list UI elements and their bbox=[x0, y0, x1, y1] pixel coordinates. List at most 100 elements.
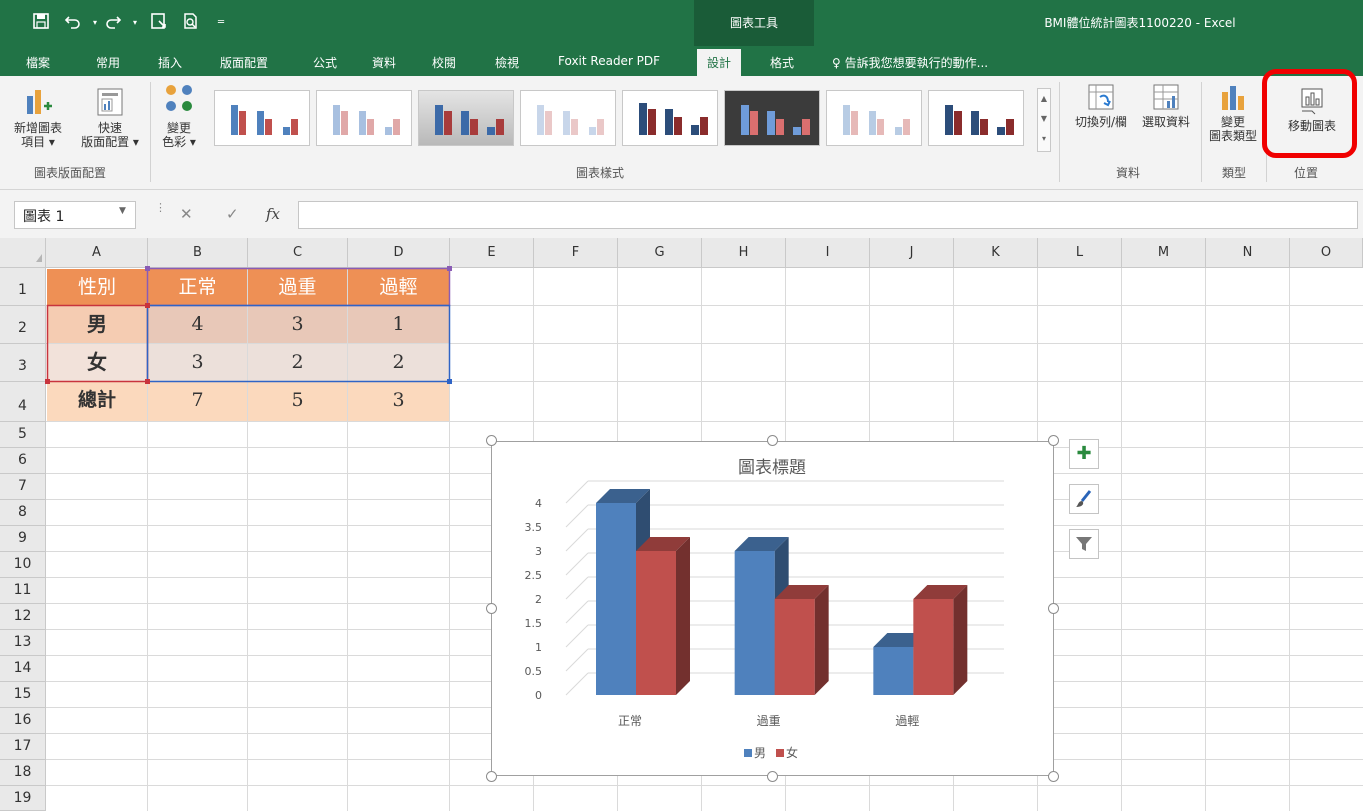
resize-handle-bottom[interactable] bbox=[767, 771, 778, 782]
quick-layout-icon bbox=[97, 88, 123, 116]
chart-style-6[interactable] bbox=[724, 90, 820, 146]
chart-style-8[interactable] bbox=[928, 90, 1024, 146]
name-box[interactable]: 圖表 1 bbox=[14, 201, 136, 229]
formula-bar: 圖表 1 ▼ ⋮ ✕ ✓ fx bbox=[0, 190, 1363, 238]
row-header-14[interactable]: 14 bbox=[0, 656, 46, 682]
column-header-l[interactable]: L bbox=[1038, 238, 1122, 268]
gridline-diagonal bbox=[565, 648, 589, 672]
change-colors-button[interactable]: 變更 色彩 ▾ bbox=[152, 82, 206, 149]
row-header-8[interactable]: 8 bbox=[0, 500, 46, 526]
save-icon[interactable] bbox=[30, 12, 52, 34]
customize-qat-icon[interactable]: ═ bbox=[210, 12, 232, 34]
tab-data[interactable]: 資料 bbox=[372, 54, 396, 71]
column-header-g[interactable]: G bbox=[618, 238, 702, 268]
bar-女-過輕[interactable] bbox=[913, 599, 954, 695]
bar-男-過重[interactable] bbox=[734, 551, 775, 695]
tab-design[interactable]: 設計 bbox=[697, 49, 742, 76]
chart-tools-label: 圖表工具 bbox=[729, 16, 778, 30]
x-tick-label: 過重 bbox=[757, 714, 781, 728]
row-header-10[interactable]: 10 bbox=[0, 552, 46, 578]
chart-styles-button[interactable] bbox=[1069, 484, 1099, 514]
resize-handle-right[interactable] bbox=[1048, 603, 1059, 614]
redo-icon[interactable] bbox=[102, 12, 124, 34]
chart-style-5[interactable] bbox=[622, 90, 718, 146]
name-box-dropdown-icon[interactable]: ▼ bbox=[119, 206, 126, 216]
row-header-7[interactable]: 7 bbox=[0, 474, 46, 500]
add-chart-element-button[interactable]: 新增圖表 項目 ▾ bbox=[2, 86, 74, 149]
gallery-scroll[interactable]: ▲ ▼ ▾ bbox=[1037, 88, 1051, 152]
column-header-k[interactable]: K bbox=[954, 238, 1038, 268]
tab-formulas[interactable]: 公式 bbox=[313, 54, 337, 71]
tab-foxit-reader-pdf[interactable]: Foxit Reader PDF bbox=[558, 54, 660, 68]
column-header-i[interactable]: I bbox=[786, 238, 870, 268]
bar-女-正常[interactable] bbox=[636, 551, 676, 695]
tell-me-search[interactable]: ♀ 告訴我您想要執行的動作... bbox=[832, 54, 988, 71]
tab-page-layout[interactable]: 版面配置 bbox=[220, 54, 268, 71]
bar-男-過輕[interactable] bbox=[873, 647, 914, 695]
ribbon-tabs: 檔案 常用 插入 版面配置 公式 資料 校閱 檢視 Foxit Reader P… bbox=[0, 46, 1363, 76]
switch-row-column-button[interactable]: 切換列/欄 bbox=[1066, 82, 1136, 129]
tab-file[interactable]: 檔案 bbox=[26, 54, 50, 71]
tab-review[interactable]: 校閱 bbox=[432, 54, 456, 71]
row-header-17[interactable]: 17 bbox=[0, 734, 46, 760]
column-header-o[interactable]: O bbox=[1290, 238, 1363, 268]
row-header-9[interactable]: 9 bbox=[0, 526, 46, 552]
change-chart-type-label-2: 圖表類型 bbox=[1208, 129, 1257, 143]
row-header-15[interactable]: 15 bbox=[0, 682, 46, 708]
chart-style-4[interactable] bbox=[520, 90, 616, 146]
bar-side bbox=[953, 585, 968, 695]
bar-chart[interactable]: 圖表標題 0 0.5 1 1.5 2 2.5 3 3.5 4 正常 過重 過輕 男女 bbox=[491, 441, 1054, 776]
select-data-button[interactable]: 選取資料 bbox=[1134, 82, 1198, 129]
row-header-18[interactable]: 18 bbox=[0, 760, 46, 786]
gridline-diagonal bbox=[565, 480, 589, 504]
row-header-13[interactable]: 13 bbox=[0, 630, 46, 656]
chart-title[interactable]: 圖表標題 bbox=[738, 458, 806, 478]
y-tick-label: 1.5 bbox=[525, 617, 543, 630]
row-header-12[interactable]: 12 bbox=[0, 604, 46, 630]
undo-icon[interactable] bbox=[62, 12, 84, 34]
cancel-icon[interactable]: ✕ bbox=[180, 205, 193, 223]
row-header-6[interactable]: 6 bbox=[0, 448, 46, 474]
resize-handle-top[interactable] bbox=[767, 435, 778, 446]
chart-legend[interactable]: 男女 bbox=[744, 745, 798, 760]
redo-dropdown-icon[interactable]: ▾ bbox=[124, 12, 146, 34]
formula-input[interactable] bbox=[298, 201, 1358, 229]
chart-filters-button[interactable] bbox=[1069, 529, 1099, 559]
quick-layout-button[interactable]: 快速 版面配置 ▾ bbox=[72, 86, 148, 149]
tab-view[interactable]: 檢視 bbox=[495, 54, 519, 71]
bar-男-正常[interactable] bbox=[596, 503, 636, 695]
y-tick-label: 3 bbox=[535, 545, 542, 558]
column-header-e[interactable]: E bbox=[450, 238, 534, 268]
excel-window: ▾ ▾ ═ 圖表工具 BMI體位統計圖表1100220 - Excel 檔案 常… bbox=[0, 0, 1363, 811]
enter-icon[interactable]: ✓ bbox=[226, 205, 239, 223]
print-preview-icon[interactable] bbox=[180, 12, 202, 34]
change-chart-type-button[interactable]: 變更 圖表類型 bbox=[1204, 82, 1262, 143]
row-header-19[interactable]: 19 bbox=[0, 786, 46, 811]
column-header-m[interactable]: M bbox=[1122, 238, 1206, 268]
tab-insert[interactable]: 插入 bbox=[158, 54, 182, 71]
resize-handle-bottom-left[interactable] bbox=[486, 771, 497, 782]
column-header-n[interactable]: N bbox=[1206, 238, 1290, 268]
chart-elements-button[interactable]: ✚ bbox=[1069, 439, 1099, 469]
column-header-f[interactable]: F bbox=[534, 238, 618, 268]
chart-style-1[interactable] bbox=[214, 90, 310, 146]
save-as-icon[interactable] bbox=[148, 12, 170, 34]
resize-handle-top-left[interactable] bbox=[486, 435, 497, 446]
bar-女-過重[interactable] bbox=[774, 599, 815, 695]
resize-handle-top-right[interactable] bbox=[1048, 435, 1059, 446]
resize-handle-left[interactable] bbox=[486, 603, 497, 614]
filter-icon bbox=[1076, 537, 1092, 551]
chart-style-7[interactable] bbox=[826, 90, 922, 146]
column-header-j[interactable]: J bbox=[870, 238, 954, 268]
resize-handle-bottom-right[interactable] bbox=[1048, 771, 1059, 782]
chart-styles-group-label: 圖表樣式 bbox=[576, 166, 625, 180]
row-header-16[interactable]: 16 bbox=[0, 708, 46, 734]
x-axis-labels: 正常 過重 過輕 bbox=[618, 714, 919, 728]
chart-style-2[interactable] bbox=[316, 90, 412, 146]
column-header-h[interactable]: H bbox=[702, 238, 786, 268]
row-header-11[interactable]: 11 bbox=[0, 578, 46, 604]
insert-function-icon[interactable]: fx bbox=[266, 205, 280, 223]
tab-home[interactable]: 常用 bbox=[96, 54, 120, 71]
chart-style-3[interactable] bbox=[418, 90, 514, 146]
tab-format[interactable]: 格式 bbox=[770, 54, 794, 71]
